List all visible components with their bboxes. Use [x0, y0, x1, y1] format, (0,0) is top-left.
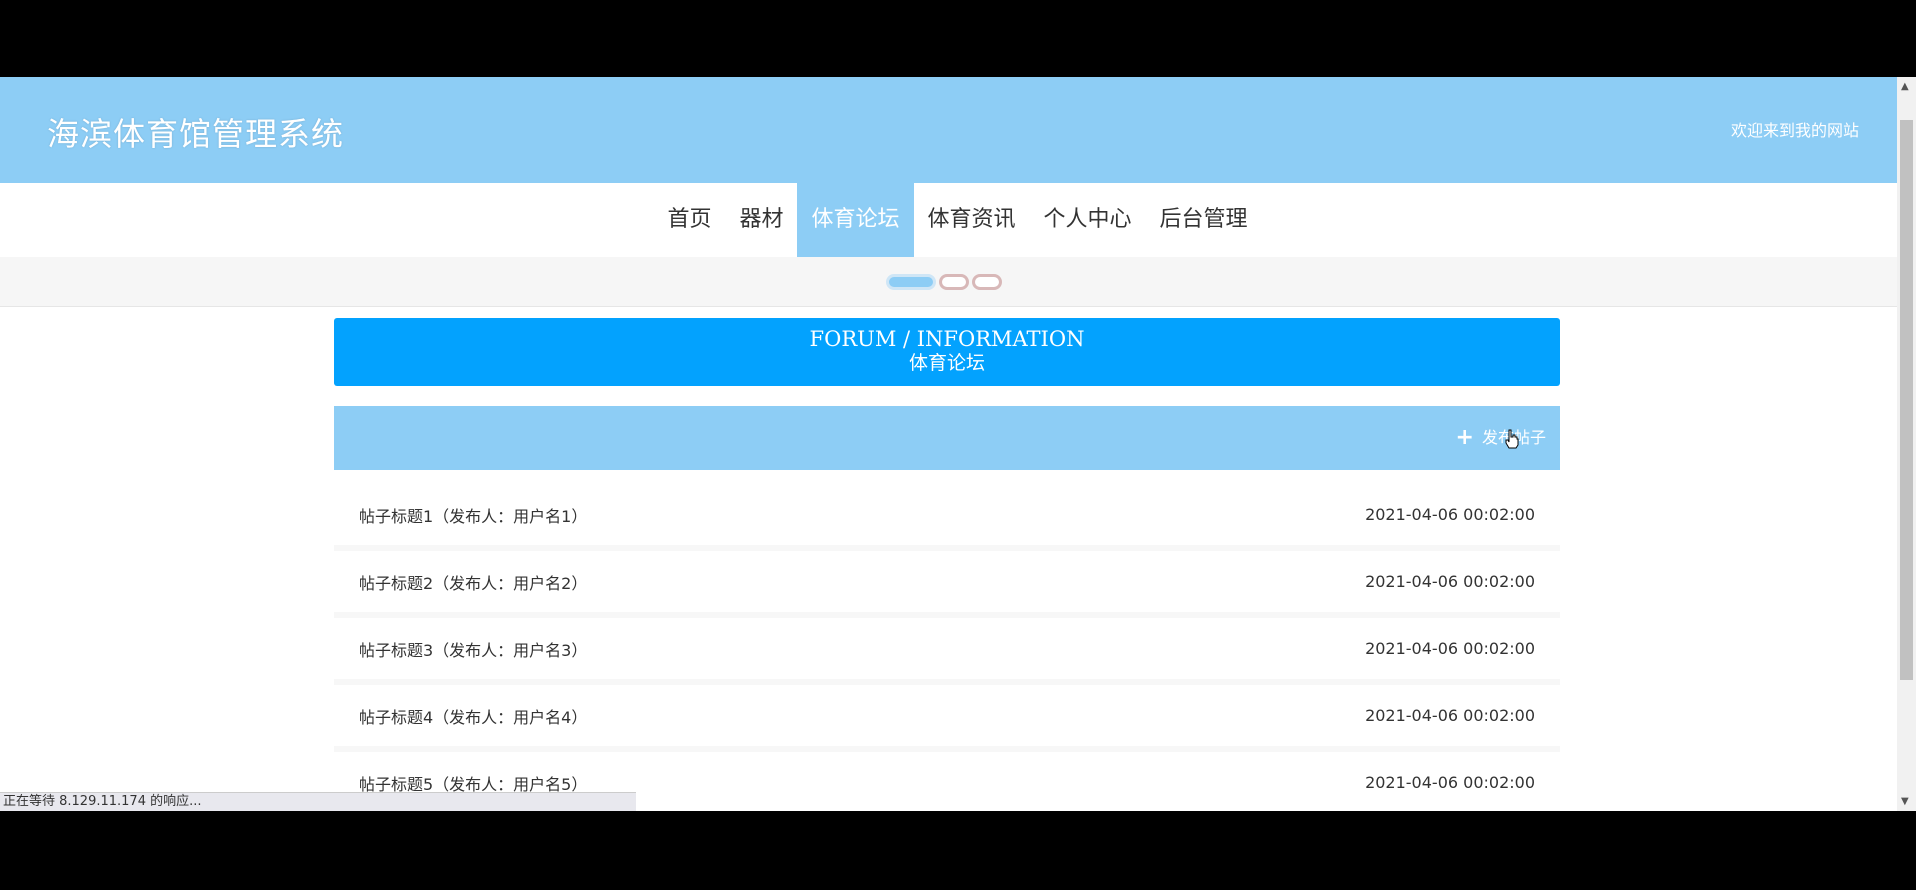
publish-post-button[interactable]: + 发布帖子 — [1456, 424, 1546, 452]
post-row[interactable]: 帖子标题2（发布人：用户名2） 2021-04-06 00:02:00 — [334, 551, 1560, 618]
nav-item-equipment[interactable]: 器材 — [725, 183, 797, 257]
carousel-banner — [0, 257, 1897, 307]
carousel-dot-1[interactable] — [886, 274, 936, 290]
section-title-cn: 体育论坛 — [908, 352, 985, 374]
section-header: FORUM / INFORMATION 体育论坛 — [334, 318, 1560, 386]
nav-item-news[interactable]: 体育资讯 — [914, 183, 1030, 257]
post-time: 2021-04-06 00:02:00 — [1365, 773, 1535, 792]
section-title-en: FORUM / INFORMATION — [809, 327, 1085, 351]
post-title[interactable]: 帖子标题1（发布人：用户名1） — [359, 503, 587, 527]
site-title[interactable]: 海滨体育馆管理系统 — [47, 109, 344, 155]
post-row[interactable]: 帖子标题1（发布人：用户名1） 2021-04-06 00:02:00 — [334, 484, 1560, 551]
hand-cursor-icon — [1505, 429, 1519, 449]
post-row[interactable]: 帖子标题3（发布人：用户名3） 2021-04-06 00:02:00 — [334, 618, 1560, 685]
forum-content: FORUM / INFORMATION 体育论坛 + 发布帖子 帖子标题1（发布… — [334, 318, 1560, 811]
forum-toolbar: + 发布帖子 — [334, 406, 1560, 470]
post-time: 2021-04-06 00:02:00 — [1365, 639, 1535, 658]
nav-item-home[interactable]: 首页 — [653, 183, 725, 257]
nav-item-forum[interactable]: 体育论坛 — [797, 183, 914, 257]
post-time: 2021-04-06 00:02:00 — [1365, 505, 1535, 524]
post-title[interactable]: 帖子标题2（发布人：用户名2） — [359, 570, 587, 594]
main-nav: 首页 器材 体育论坛 体育资讯 个人中心 后台管理 — [0, 183, 1897, 257]
carousel-dot-2[interactable] — [939, 274, 969, 290]
post-time: 2021-04-06 00:02:00 — [1365, 706, 1535, 725]
browser-status-bar: 正在等待 8.129.11.174 的响应... — [0, 792, 636, 811]
scroll-thumb[interactable] — [1900, 120, 1913, 680]
nav-item-admin[interactable]: 后台管理 — [1146, 183, 1262, 257]
post-list: 帖子标题1（发布人：用户名1） 2021-04-06 00:02:00 帖子标题… — [334, 484, 1560, 811]
plus-icon: + — [1455, 425, 1474, 450]
post-title[interactable]: 帖子标题3（发布人：用户名3） — [359, 637, 587, 661]
browser-viewport: 海滨体育馆管理系统 欢迎来到我的网站 首页 器材 体育论坛 体育资讯 个人中心 … — [0, 77, 1916, 811]
post-title[interactable]: 帖子标题5（发布人：用户名5） — [359, 771, 587, 795]
site-header: 海滨体育馆管理系统 欢迎来到我的网站 — [0, 77, 1897, 183]
welcome-text: 欢迎来到我的网站 — [1730, 121, 1859, 140]
carousel-dot-3[interactable] — [972, 274, 1002, 290]
page-scrollbar[interactable]: ▲ ▼ — [1897, 77, 1916, 811]
scroll-down-arrow-icon[interactable]: ▼ — [1901, 796, 1909, 807]
nav-item-user-center[interactable]: 个人中心 — [1030, 183, 1146, 257]
carousel-indicators — [886, 274, 1002, 290]
post-time: 2021-04-06 00:02:00 — [1365, 572, 1535, 591]
post-row[interactable]: 帖子标题4（发布人：用户名4） 2021-04-06 00:02:00 — [334, 685, 1560, 752]
scroll-up-arrow-icon[interactable]: ▲ — [1901, 81, 1909, 92]
post-title[interactable]: 帖子标题4（发布人：用户名4） — [359, 704, 587, 728]
